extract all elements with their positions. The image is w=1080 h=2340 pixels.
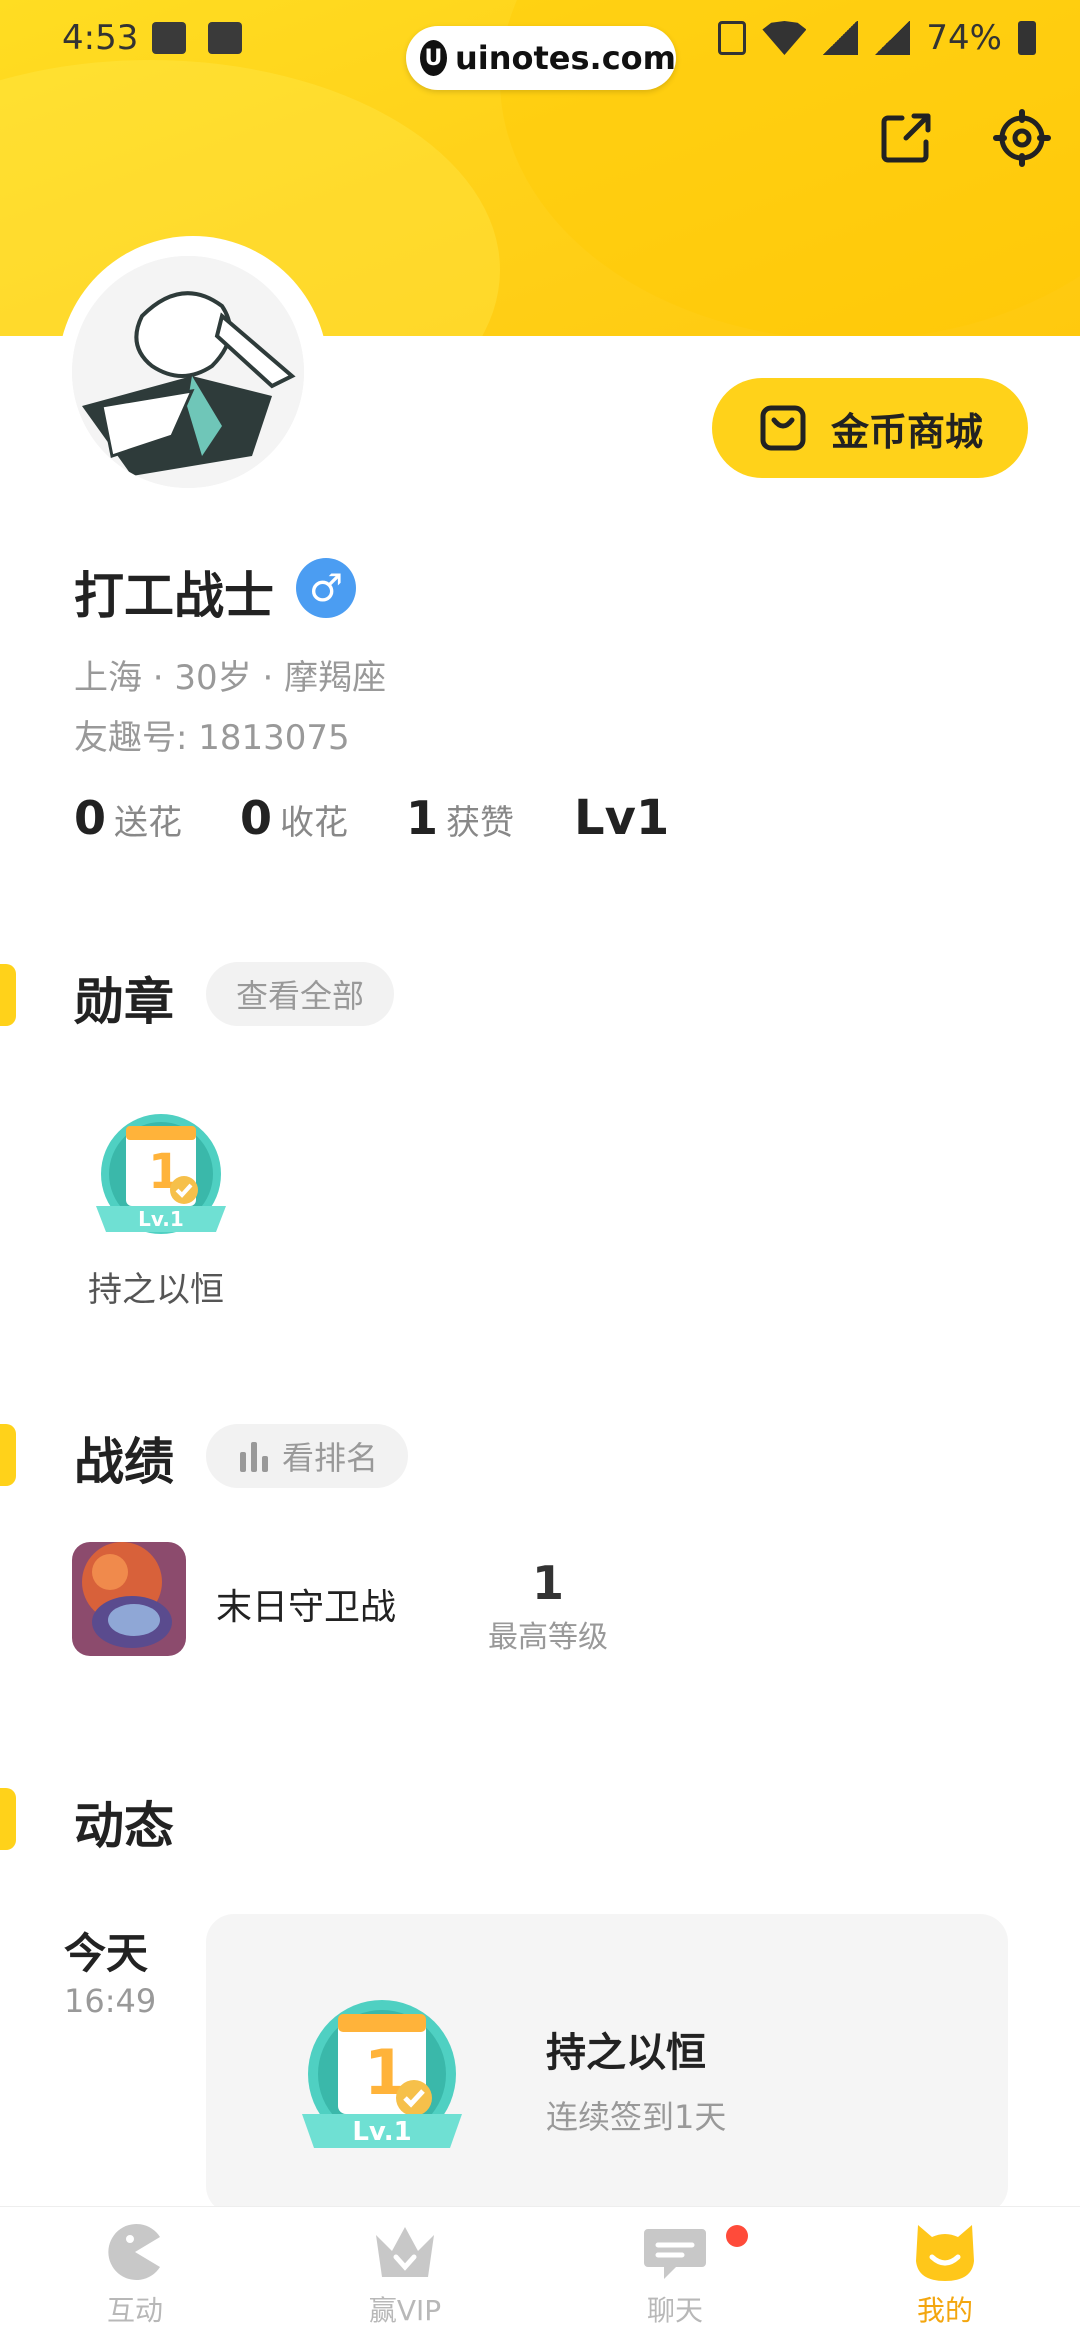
sent-flowers-count[interactable]: 0 — [74, 791, 106, 845]
received-flowers-label: 收花 — [280, 803, 349, 843]
bottom-navigation: 互动 赢VIP 聊天 我的 — [0, 2206, 1080, 2340]
medals-title: 勋章 — [74, 973, 174, 1031]
records-title: 战绩 — [74, 1433, 174, 1491]
highest-level-value: 1 — [532, 1556, 565, 1610]
coin-mall-button[interactable]: 金币商城 — [712, 378, 1028, 478]
chat-notification-dot — [726, 2225, 748, 2247]
url-text: uinotes.com — [454, 39, 676, 77]
shopping-bag-icon — [760, 405, 806, 451]
location-info: 上海 · 30岁 · 摩羯座 — [74, 658, 387, 698]
medal-level-text: Lv.1 — [138, 1207, 184, 1231]
status-time: 4:53 — [62, 18, 139, 58]
battery-icon — [1018, 21, 1036, 55]
nav-label-vip: 赢VIP — [368, 2294, 442, 2327]
view-all-medals-button[interactable]: 查看全部 — [206, 962, 395, 1026]
game-icon[interactable] — [72, 1542, 186, 1656]
game-name: 末日守卫战 — [216, 1587, 397, 1628]
signal-icon — [822, 21, 859, 55]
chat-bubble-icon — [644, 2229, 706, 2279]
cat-face-icon — [916, 2225, 974, 2281]
received-flowers-count[interactable]: 0 — [240, 791, 272, 845]
medal-label: 持之以恒 — [88, 1270, 224, 1310]
feed-section-marker — [0, 1788, 16, 1850]
view-rank-label: 看排名 — [282, 1439, 379, 1477]
pacman-icon — [108, 2224, 160, 2280]
nav-label-me: 我的 — [916, 2294, 973, 2327]
share-external-icon[interactable] — [876, 108, 936, 168]
nav-label-interact: 互动 — [106, 2294, 163, 2327]
avatar[interactable] — [72, 256, 304, 488]
site-logo-icon: U — [420, 40, 447, 76]
username: 打工战士 — [74, 567, 274, 625]
coin-mall-label: 金币商城 — [830, 409, 983, 454]
sent-flowers-label: 送花 — [114, 803, 183, 843]
feed-card-subtitle: 连续签到1天 — [546, 2098, 727, 2136]
persistence-medal-large-icon: 1 Lv.1 — [302, 2000, 462, 2148]
nav-item-chat[interactable]: 聊天 — [540, 2207, 810, 2340]
feed-card-title: 持之以恒 — [546, 2030, 706, 2076]
feed-title: 动态 — [74, 1797, 174, 1855]
medal-badge[interactable]: 1 Lv.1 — [86, 1106, 236, 1250]
doomsday-game-icon — [72, 1542, 186, 1656]
nav-item-me[interactable]: 我的 — [810, 2207, 1080, 2340]
nav-item-interact[interactable]: 互动 — [0, 2207, 270, 2340]
gear-icon[interactable] — [992, 108, 1052, 168]
persistence-medal-icon: 1 Lv.1 — [96, 1114, 226, 1234]
bar-chart-icon — [240, 1442, 268, 1472]
profile-stats: 0 送花 0 收花 1 获赞 Lv1 — [74, 790, 669, 846]
view-all-label: 查看全部 — [236, 977, 365, 1015]
nav-label-chat: 聊天 — [646, 2294, 703, 2327]
likes-count[interactable]: 1 — [406, 791, 438, 845]
user-level[interactable]: Lv1 — [574, 790, 669, 846]
view-rank-button[interactable]: 看排名 — [206, 1424, 409, 1488]
likes-label: 获赞 — [446, 803, 515, 843]
feed-medal-level-text: Lv.1 — [352, 2117, 411, 2147]
male-gender-icon: ♂ — [296, 558, 356, 618]
crown-icon — [376, 2227, 434, 2277]
feed-day: 今天 — [64, 1929, 149, 1978]
avatar-illustration — [72, 256, 304, 488]
medals-section-marker — [0, 964, 16, 1026]
url-pill[interactable]: U uinotes.com — [406, 26, 676, 90]
vibrate-icon — [718, 21, 747, 55]
battery-percentage: 74% — [926, 18, 1002, 58]
feed-medal: 1 Lv.1 — [294, 1994, 470, 2168]
wifi-icon — [762, 21, 807, 55]
feed-time: 16:49 — [64, 1982, 157, 2020]
user-id[interactable]: 友趣号: 1813075 — [74, 710, 350, 759]
signal-icon-2 — [874, 21, 911, 55]
image-notification-icon — [208, 22, 242, 54]
message-notification-icon — [152, 22, 186, 54]
nav-item-vip[interactable]: 赢VIP — [270, 2207, 540, 2340]
highest-level-label: 最高等级 — [488, 1620, 608, 1655]
records-section-marker — [0, 1424, 16, 1486]
